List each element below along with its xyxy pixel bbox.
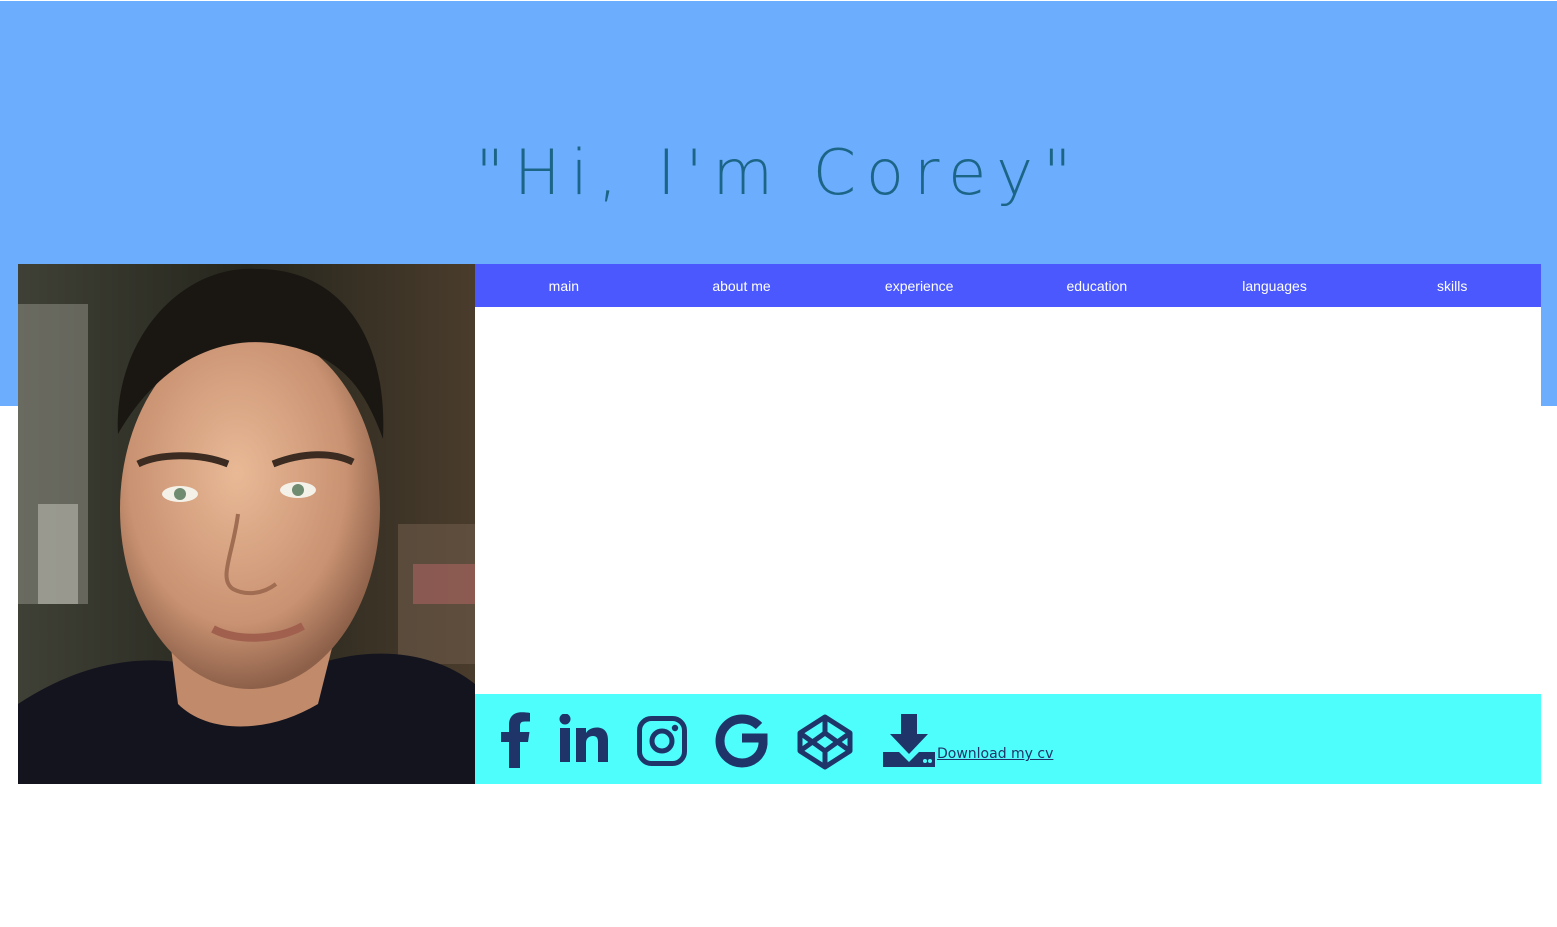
main-navigation: main about me experience education langu… xyxy=(475,264,1541,307)
download-icon[interactable] xyxy=(881,712,937,770)
instagram-icon[interactable] xyxy=(637,716,687,766)
profile-photo xyxy=(18,264,475,784)
page-title: "Hi, I'm Corey" xyxy=(475,136,1082,209)
nav-item-skills[interactable]: skills xyxy=(1363,264,1541,307)
nav-item-main[interactable]: main xyxy=(475,264,653,307)
google-icon[interactable] xyxy=(715,714,769,768)
social-links-bar: Download my cv xyxy=(475,694,1541,784)
profile-card: main about me experience education langu… xyxy=(18,264,1541,784)
linkedin-icon[interactable] xyxy=(559,714,609,764)
download-cv-link[interactable]: Download my cv xyxy=(937,746,1053,762)
codepen-icon[interactable] xyxy=(797,714,853,770)
facebook-icon[interactable] xyxy=(499,712,531,768)
content-panel: main about me experience education langu… xyxy=(475,264,1541,784)
nav-item-experience[interactable]: experience xyxy=(830,264,1008,307)
nav-item-education[interactable]: education xyxy=(1008,264,1186,307)
nav-item-languages[interactable]: languages xyxy=(1186,264,1364,307)
nav-item-about-me[interactable]: about me xyxy=(653,264,831,307)
